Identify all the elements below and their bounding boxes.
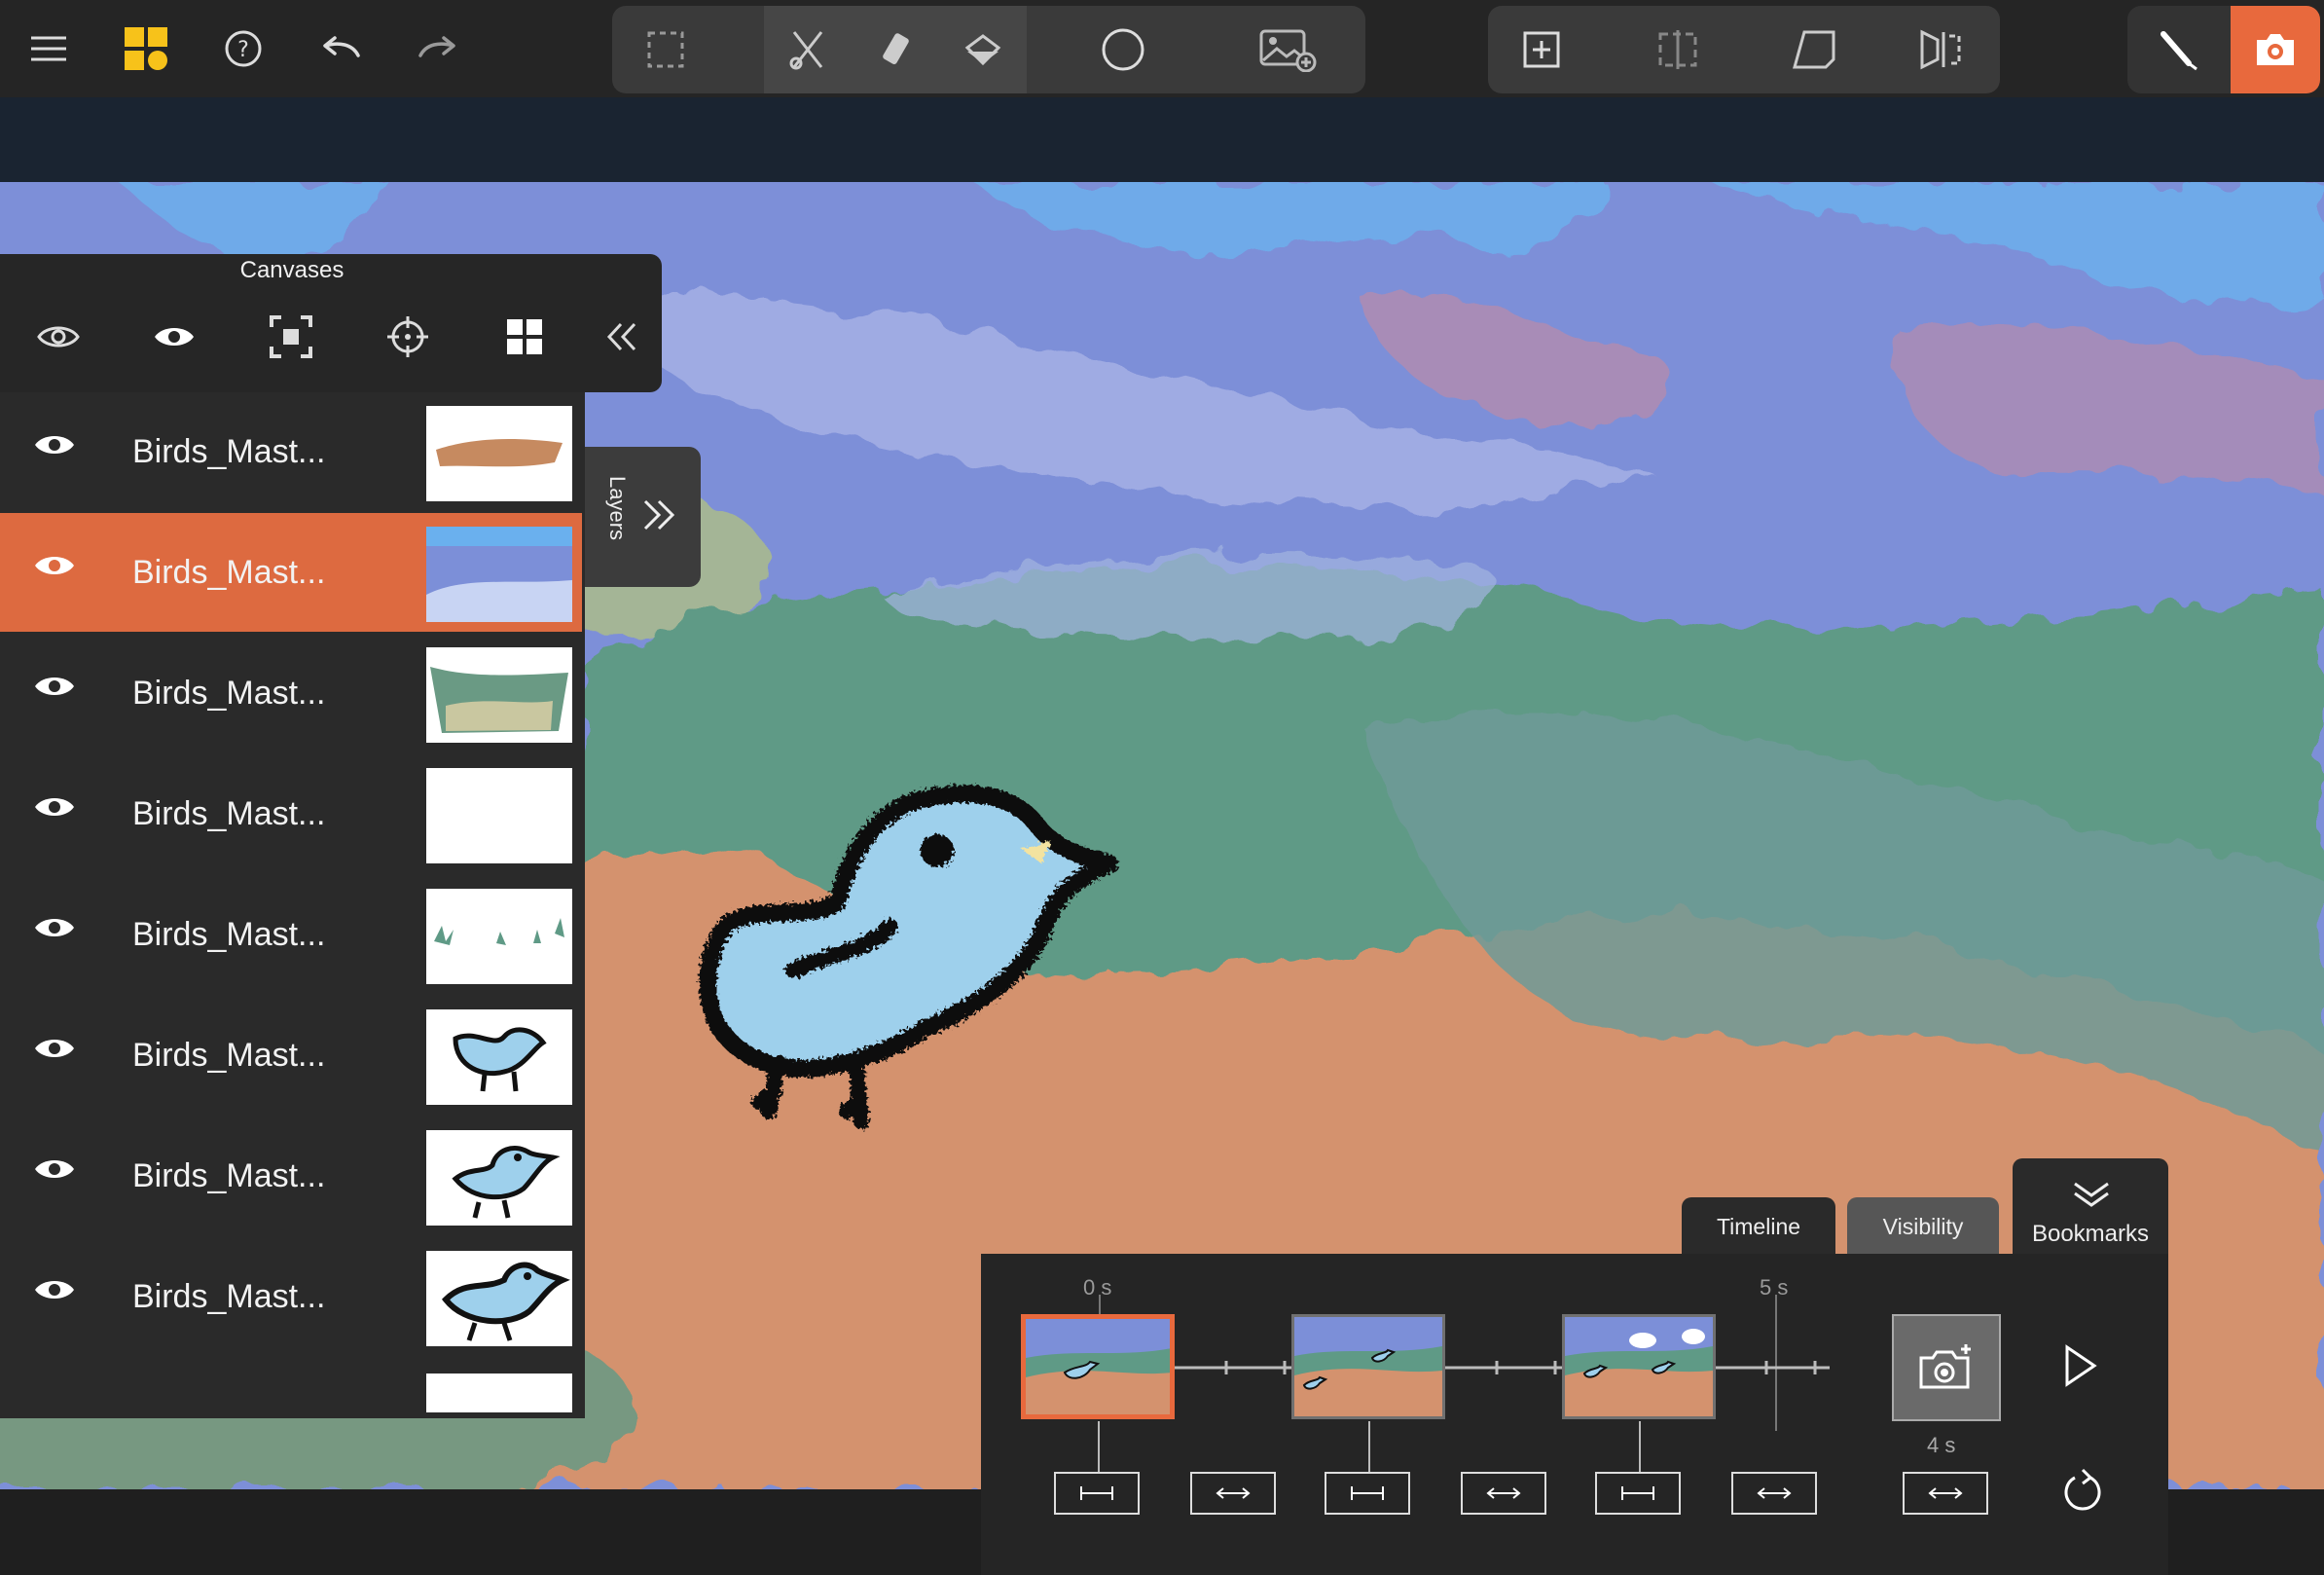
keyframe-thumbnail[interactable]	[1291, 1314, 1445, 1419]
transition-duration-button[interactable]	[1190, 1472, 1276, 1515]
loop-icon[interactable]	[2061, 1468, 2104, 1521]
eye-icon[interactable]	[33, 914, 88, 955]
selection-icon[interactable]	[612, 6, 719, 93]
layer-thumbnail	[426, 527, 572, 622]
add-image-icon[interactable]	[1225, 6, 1352, 93]
layers-expand-tab[interactable]: Layers	[585, 447, 701, 587]
camera-icon[interactable]	[2231, 6, 2320, 93]
undo-icon[interactable]	[298, 6, 383, 92]
hold-duration-button[interactable]	[1325, 1472, 1410, 1515]
svg-text:?: ?	[237, 38, 249, 62]
eye-icon[interactable]	[33, 1276, 88, 1317]
canvas-tools-group	[1488, 6, 2000, 93]
layer-name: Birds_Mast...	[132, 1278, 326, 1315]
hold-duration-button[interactable]	[1054, 1472, 1140, 1515]
app-logo-icon[interactable]	[103, 6, 189, 92]
layer-row[interactable]: Birds_Mast...	[0, 634, 582, 752]
eye-icon[interactable]	[33, 552, 88, 593]
collapse-icon[interactable]	[584, 303, 662, 371]
add-canvas-icon[interactable]	[1488, 6, 1595, 93]
layer-name: Birds_Mast...	[132, 554, 326, 591]
layer-name: Birds_Mast...	[132, 795, 326, 832]
eye-icon[interactable]	[33, 1035, 88, 1076]
cut-icon[interactable]	[764, 6, 852, 93]
add-snapshot-button[interactable]	[1892, 1314, 2001, 1421]
layers-panel: Birds_Mast... Birds_Mast... Birds_Mast..…	[0, 392, 585, 1418]
snapshot-duration: 4 s	[1927, 1433, 1956, 1457]
expand-icon[interactable]	[641, 497, 676, 537]
tab-timeline[interactable]: Timeline	[1682, 1197, 1835, 1256]
hold-duration-button[interactable]	[1595, 1472, 1681, 1515]
canvases-panel: Canvases	[0, 254, 662, 392]
tab-visibility[interactable]: Visibility	[1847, 1197, 1999, 1256]
eye-icon[interactable]	[135, 303, 213, 371]
fill-bucket-icon[interactable]	[939, 6, 1027, 93]
layer-name: Birds_Mast...	[132, 1157, 326, 1194]
layer-thumbnail	[426, 1374, 572, 1412]
layer-name: Birds_Mast...	[132, 675, 326, 712]
keyframe-thumbnail[interactable]	[1562, 1314, 1716, 1419]
play-icon[interactable]	[2061, 1343, 2100, 1393]
layer-thumbnail	[426, 768, 572, 863]
transform-canvas-icon[interactable]	[1761, 6, 1868, 93]
eye-icon[interactable]	[33, 431, 88, 472]
visibility-toggle-icon[interactable]	[19, 303, 97, 371]
layer-row[interactable]: Birds_Mast...	[0, 513, 582, 632]
transition-duration-button[interactable]	[1731, 1472, 1817, 1515]
transition-duration-button[interactable]	[1461, 1472, 1546, 1515]
eye-icon[interactable]	[33, 1155, 88, 1196]
layer-name: Birds_Mast...	[132, 433, 326, 470]
layer-name: Birds_Mast...	[132, 1037, 326, 1074]
tools-group	[612, 6, 1365, 93]
layer-thumbnail	[426, 647, 572, 743]
flip-canvas-icon[interactable]	[1887, 6, 1994, 93]
layer-row[interactable]: Birds_Mast...	[0, 754, 582, 873]
layer-row[interactable]: Birds_Mast...	[0, 875, 582, 994]
eye-icon[interactable]	[33, 793, 88, 834]
layer-thumbnail	[426, 889, 572, 984]
grid-icon[interactable]	[486, 303, 563, 371]
top-toolbar: ?	[0, 0, 2324, 97]
split-canvas-icon[interactable]	[1624, 6, 1731, 93]
eraser-icon[interactable]	[852, 6, 939, 93]
chevrons-down-icon	[2073, 1180, 2110, 1214]
layer-thumbnail	[426, 1251, 572, 1346]
fit-screen-icon[interactable]	[252, 303, 330, 371]
bookmarks-tab[interactable]: Bookmarks	[2013, 1158, 2168, 1256]
crosshair-icon[interactable]	[369, 303, 447, 371]
keyframe-thumbnail[interactable]	[1021, 1314, 1175, 1419]
canvas-header-strip	[0, 97, 2324, 182]
snapshot-duration-button[interactable]	[1903, 1472, 1988, 1515]
layer-thumbnail	[426, 406, 572, 501]
layer-row[interactable]: Birds_Mast...	[0, 996, 582, 1115]
layer-row[interactable]: Birds_Mast...	[0, 1237, 582, 1356]
layer-name: Birds_Mast...	[132, 916, 326, 953]
bookmarks-label: Bookmarks	[2031, 1221, 2150, 1247]
layer-row[interactable]: Birds_Mast...	[0, 392, 582, 511]
eye-icon[interactable]	[33, 673, 88, 714]
camera-plus-icon	[1919, 1344, 1971, 1389]
layer-thumbnail	[426, 1130, 572, 1226]
canvases-title: Canvases	[239, 257, 345, 283]
help-icon[interactable]: ?	[200, 6, 286, 92]
brush-size-icon[interactable]	[1070, 6, 1177, 93]
redo-icon[interactable]	[395, 6, 481, 92]
layer-row[interactable]: Birds_Mast...	[0, 1117, 582, 1235]
menu-icon[interactable]	[6, 6, 91, 92]
layers-tab-label: Layers	[605, 476, 630, 541]
layer-thumbnail	[426, 1009, 572, 1105]
pencil-icon[interactable]	[2127, 6, 2231, 93]
